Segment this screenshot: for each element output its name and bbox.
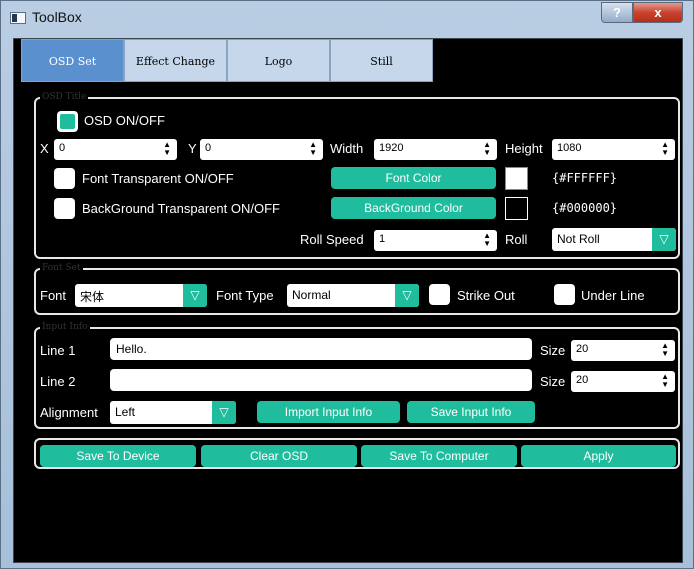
font-type-value: Normal	[292, 288, 331, 302]
tab-still[interactable]: Still	[330, 39, 433, 82]
line1-size-value: 20	[576, 343, 589, 355]
save-to-device-button[interactable]: Save To Device	[40, 445, 196, 467]
roll-speed-spinbox[interactable]: 1 ▲ ▼	[374, 230, 497, 251]
height-spinbox[interactable]: 1080 ▲ ▼	[552, 139, 675, 160]
alignment-select[interactable]: Left ▽	[110, 401, 236, 424]
roll-speed-value: 1	[379, 233, 386, 245]
dropdown-arrow-icon[interactable]: ▽	[652, 228, 676, 251]
height-value: 1080	[557, 142, 582, 154]
bg-transparent-label: BackGround Transparent ON/OFF	[82, 201, 280, 216]
roll-value: Not Roll	[557, 232, 600, 246]
font-transparent-checkbox[interactable]	[54, 168, 75, 189]
line2-size-value: 20	[576, 374, 589, 386]
bg-color-button[interactable]: BackGround Color	[331, 197, 496, 219]
tab-effect-change[interactable]: Effect Change	[124, 39, 227, 82]
apply-button[interactable]: Apply	[521, 445, 676, 467]
spin-arrows-icon[interactable]: ▲ ▼	[661, 373, 669, 389]
roll-label: Roll	[505, 232, 528, 247]
spin-arrows-icon[interactable]: ▲ ▼	[661, 141, 669, 157]
font-transparent-label: Font Transparent ON/OFF	[82, 171, 234, 186]
line1-size-spinbox[interactable]: 20 ▲ ▼	[571, 340, 675, 361]
x-label: X	[40, 141, 49, 156]
y-spinbox[interactable]: 0 ▲ ▼	[200, 139, 323, 160]
font-value: 宋体	[80, 290, 105, 304]
width-spinbox[interactable]: 1920 ▲ ▼	[374, 139, 497, 160]
font-label: Font	[40, 288, 67, 303]
line2-label: Line 2	[40, 374, 76, 389]
line2-size-label: Size	[540, 374, 566, 389]
bg-color-hex: {#000000}	[552, 201, 618, 215]
y-value: 0	[205, 142, 212, 154]
clear-osd-button[interactable]: Clear OSD	[201, 445, 357, 467]
font-color-button[interactable]: Font Color	[331, 167, 496, 189]
y-label: Y	[188, 141, 197, 156]
font-color-hex: {#FFFFFF}	[552, 171, 618, 185]
strike-out-label: Strike Out	[457, 288, 515, 303]
line1-label: Line 1	[40, 343, 76, 358]
spin-arrows-icon[interactable]: ▲ ▼	[483, 232, 491, 248]
osd-onoff-checkbox[interactable]	[57, 111, 78, 132]
line1-size-label: Size	[540, 343, 566, 358]
save-input-info-button[interactable]: Save Input Info	[407, 401, 535, 423]
group-title: OSD Title	[40, 92, 89, 103]
under-line-checkbox[interactable]	[554, 284, 575, 305]
save-to-computer-button[interactable]: Save To Computer	[361, 445, 517, 467]
roll-speed-label: Roll Speed	[300, 232, 364, 247]
font-type-label: Font Type	[216, 288, 274, 303]
roll-select[interactable]: Not Roll ▽	[552, 228, 676, 251]
dropdown-arrow-icon[interactable]: ▽	[183, 284, 207, 307]
width-value: 1920	[379, 142, 404, 154]
app-icon	[10, 12, 26, 24]
font-type-select[interactable]: Normal ▽	[287, 284, 419, 307]
alignment-value: Left	[115, 405, 136, 419]
window-title: ToolBox	[32, 9, 82, 25]
spin-arrows-icon[interactable]: ▲ ▼	[309, 141, 317, 157]
x-spinbox[interactable]: 0 ▲ ▼	[54, 139, 177, 160]
osd-onoff-label: OSD ON/OFF	[84, 113, 165, 128]
group-title: Input Info	[40, 322, 90, 333]
line1-input[interactable]: Hello.	[110, 338, 532, 360]
spin-arrows-icon[interactable]: ▲ ▼	[163, 141, 171, 157]
tab-logo[interactable]: Logo	[227, 39, 330, 82]
title-bar: ToolBox ? x	[1, 1, 693, 31]
under-line-label: Under Line	[581, 288, 645, 303]
strike-out-checkbox[interactable]	[429, 284, 450, 305]
alignment-label: Alignment	[40, 405, 98, 420]
import-input-info-button[interactable]: Import Input Info	[257, 401, 400, 423]
bg-color-swatch[interactable]	[505, 197, 528, 220]
tab-osd-set[interactable]: OSD Set	[21, 39, 124, 82]
dropdown-arrow-icon[interactable]: ▽	[212, 401, 236, 424]
font-select[interactable]: 宋体 ▽	[75, 284, 207, 307]
help-button[interactable]: ?	[601, 2, 633, 23]
main-panel: OSD Set Effect Change Logo Still OSD Tit…	[13, 38, 683, 563]
font-color-swatch[interactable]	[505, 167, 528, 190]
toolbox-window: ToolBox ? x OSD Set Effect Change Logo S…	[0, 0, 694, 569]
bg-transparent-checkbox[interactable]	[54, 198, 75, 219]
line2-input[interactable]	[110, 369, 532, 391]
group-title: Font Set	[40, 263, 83, 274]
height-label: Height	[505, 141, 543, 156]
close-button[interactable]: x	[633, 2, 683, 23]
x-value: 0	[59, 142, 66, 154]
dropdown-arrow-icon[interactable]: ▽	[395, 284, 419, 307]
width-label: Width	[330, 141, 364, 156]
spin-arrows-icon[interactable]: ▲ ▼	[661, 342, 669, 358]
line2-size-spinbox[interactable]: 20 ▲ ▼	[571, 371, 675, 392]
spin-arrows-icon[interactable]: ▲ ▼	[483, 141, 491, 157]
